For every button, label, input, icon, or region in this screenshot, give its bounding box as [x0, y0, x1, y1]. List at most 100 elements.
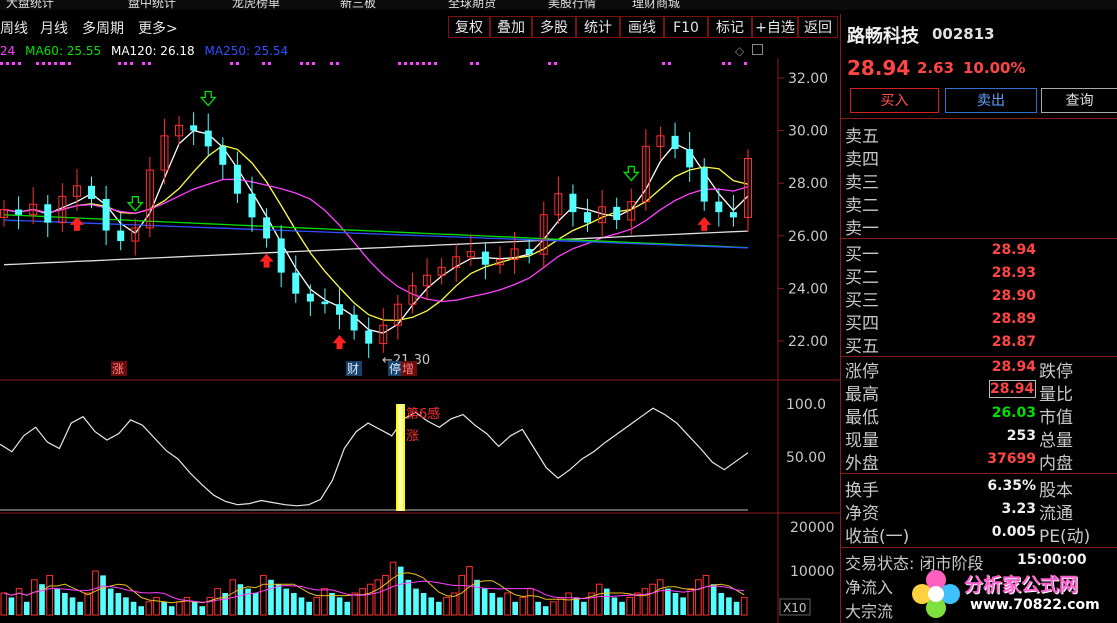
period-weekly[interactable]: 周线	[0, 18, 28, 38]
volume-bar	[519, 596, 527, 616]
volume-bar	[702, 574, 710, 616]
pe-label: PE(动)	[1039, 527, 1091, 547]
buy-button[interactable]: 买入	[850, 88, 939, 113]
menu-item[interactable]: 盘中统计	[128, 0, 176, 10]
candle-body	[700, 167, 708, 202]
chart-area: 32.0030.0028.0026.0024.0022.00 ←21.30 涨 …	[0, 58, 840, 623]
menu-item[interactable]: 美股行情	[548, 0, 596, 10]
volume-bar	[718, 593, 725, 615]
low-value: 26.03	[991, 405, 1036, 421]
stats-button[interactable]: 统计	[576, 16, 620, 38]
f10-button[interactable]: F10	[664, 16, 708, 38]
ma-dot	[668, 62, 671, 65]
period-multi[interactable]: 多周期	[82, 18, 124, 38]
back-button[interactable]: 返回	[798, 16, 838, 38]
ma-dot	[124, 62, 127, 65]
window-toggle-icon[interactable]	[752, 44, 763, 55]
ma-dot	[62, 62, 65, 65]
ask-2-label: 卖二	[845, 196, 879, 216]
volume-bar	[100, 575, 106, 615]
block-trade-label: 大宗流	[845, 602, 894, 621]
volume-bar	[77, 601, 83, 615]
volume-bar	[428, 597, 435, 615]
candle-body	[15, 209, 23, 215]
diamond-icon[interactable]: ◇	[735, 44, 744, 58]
ma-dot	[68, 62, 71, 65]
marker-zeng: 增	[402, 362, 414, 376]
period-more[interactable]: 更多>	[138, 18, 178, 38]
candle-body	[525, 248, 533, 255]
candle-body	[306, 293, 314, 302]
ma-dot	[148, 62, 151, 65]
bid-4-label: 买四	[845, 314, 879, 334]
price-tick-label: 28.00	[788, 176, 828, 192]
menu-item[interactable]: 全球期货	[448, 0, 496, 10]
volume-bar	[54, 588, 61, 615]
add-watchlist-button[interactable]: +自选	[752, 16, 798, 38]
ma-dot	[554, 62, 557, 65]
volume-bar	[46, 574, 53, 616]
candle-body	[190, 125, 198, 131]
bid-5-label: 买五	[845, 337, 879, 357]
volume-bar	[557, 596, 565, 616]
candle-body	[613, 206, 621, 221]
volume-bar	[420, 593, 427, 615]
ma-prefix: 24	[0, 44, 16, 58]
moving-average-lines	[3, 129, 749, 334]
ma-dot	[476, 62, 479, 65]
bid-5-price: 28.87	[991, 334, 1036, 350]
volume-bars	[0, 561, 748, 616]
volume-bar	[726, 597, 732, 615]
sell-button[interactable]: 卖出	[945, 88, 1037, 113]
menu-item[interactable]: 理财商城	[632, 0, 680, 10]
buy-signal-arrow	[332, 335, 347, 350]
ma-dot	[434, 62, 437, 65]
draw-button[interactable]: 画线	[620, 16, 664, 38]
sell-signal-arrow	[199, 90, 217, 107]
overlay-button[interactable]: 叠加	[490, 16, 532, 38]
mark-button[interactable]: 标记	[708, 16, 752, 38]
ma-dot	[236, 62, 239, 65]
ma-dot	[404, 62, 407, 65]
ma-dot	[336, 62, 339, 65]
volume-unit: X10	[783, 601, 807, 615]
indicator-tick-label: 100.0	[786, 397, 826, 413]
current-price: 28.94	[847, 56, 911, 80]
volume-bar	[336, 597, 343, 615]
net-assets-value: 3.23	[1001, 501, 1036, 517]
sell-signal-arrow	[126, 196, 144, 212]
ma-dot	[12, 62, 15, 65]
signal-arrows	[69, 90, 712, 350]
fq-button[interactable]: 复权	[448, 16, 490, 38]
menu-item[interactable]: 龙虎榜单	[232, 0, 280, 10]
period-monthly[interactable]: 月线	[40, 18, 68, 38]
price-tick-label: 30.00	[788, 124, 828, 140]
outer-disk-label: 外盘	[845, 454, 879, 474]
menu-item[interactable]: 大盘统计	[6, 0, 54, 10]
candle-body	[686, 149, 694, 168]
multi-stock-button[interactable]: 多股	[532, 16, 576, 38]
ma10-line	[3, 144, 749, 322]
volume-bar	[740, 596, 748, 616]
candle-body	[715, 201, 723, 213]
volume-bar	[69, 597, 76, 615]
bid-1-price: 28.94	[991, 242, 1036, 258]
query-button[interactable]: 查询	[1041, 88, 1117, 113]
volume-bar	[389, 561, 397, 616]
menu-item[interactable]: 新三板	[340, 0, 376, 10]
candle-body	[569, 193, 577, 213]
market-cap-label: 市值	[1039, 408, 1073, 428]
volume-bar	[550, 601, 557, 616]
ma-dots-row	[0, 62, 747, 65]
ma60-line	[3, 214, 749, 249]
volume-bar	[474, 579, 480, 615]
ma250-label: MA250: 25.54	[204, 44, 289, 58]
volume-bar	[573, 597, 580, 615]
volume-bar	[695, 579, 702, 616]
stock-name: 路畅科技	[847, 26, 919, 47]
volume-bar	[512, 601, 519, 615]
net-inflow-label: 净流入	[845, 578, 894, 597]
candle-body	[671, 135, 679, 150]
divider	[841, 238, 1117, 239]
turnover-label: 换手	[845, 481, 879, 501]
